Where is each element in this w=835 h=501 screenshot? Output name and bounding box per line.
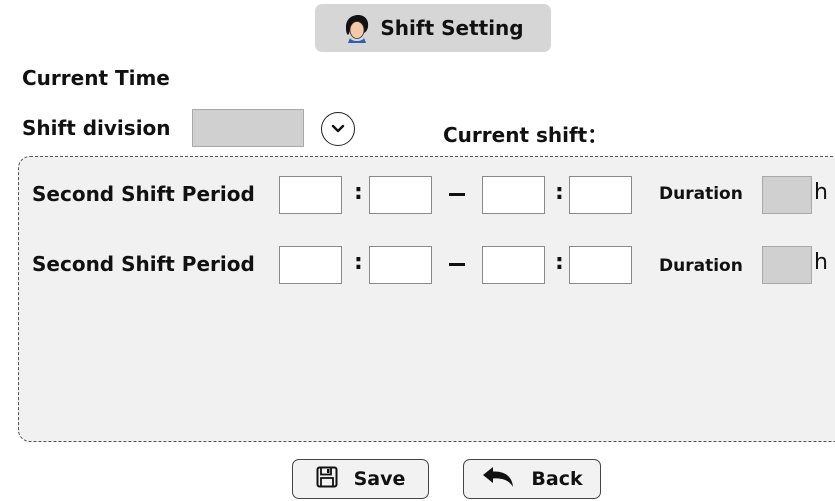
time-colon: : <box>555 250 564 275</box>
duration-label: Duration <box>659 256 743 276</box>
start-minute-input[interactable] <box>369 176 432 214</box>
save-button[interactable]: Save <box>292 459 429 499</box>
current-shift-label: Current shift： <box>443 123 608 147</box>
shift-division-label: Shift division <box>22 116 171 140</box>
start-minute-input[interactable] <box>369 246 432 284</box>
shift-period-label: Second Shift Period <box>32 182 255 206</box>
hours-unit-label: h <box>814 250 828 275</box>
person-face-icon <box>342 13 370 43</box>
shift-period-label: Second Shift Period <box>32 252 255 276</box>
chevron-down-icon <box>330 120 346 139</box>
page-title: Shift Setting <box>380 16 524 40</box>
page-header: Shift Setting <box>315 4 551 52</box>
end-hour-input[interactable] <box>482 176 545 214</box>
end-hour-input[interactable] <box>482 246 545 284</box>
time-colon: : <box>354 250 363 275</box>
floppy-disk-icon <box>316 466 338 492</box>
range-dash <box>449 263 465 266</box>
start-hour-input[interactable] <box>279 246 342 284</box>
start-hour-input[interactable] <box>279 176 342 214</box>
shift-division-field[interactable] <box>192 109 304 147</box>
time-colon: : <box>555 180 564 205</box>
range-dash <box>449 193 465 196</box>
back-button[interactable]: Back <box>463 459 601 499</box>
duration-field <box>762 176 812 214</box>
end-minute-input[interactable] <box>569 246 632 284</box>
end-minute-input[interactable] <box>569 176 632 214</box>
shift-division-dropdown-button[interactable] <box>321 112 355 146</box>
duration-field <box>762 246 812 284</box>
hours-unit-label: h <box>814 180 828 205</box>
duration-label: Duration <box>659 184 743 204</box>
time-colon: : <box>354 180 363 205</box>
current-time-label: Current Time <box>22 66 170 90</box>
back-button-label: Back <box>531 468 583 490</box>
undo-arrow-icon <box>481 465 515 493</box>
save-button-label: Save <box>353 468 406 490</box>
